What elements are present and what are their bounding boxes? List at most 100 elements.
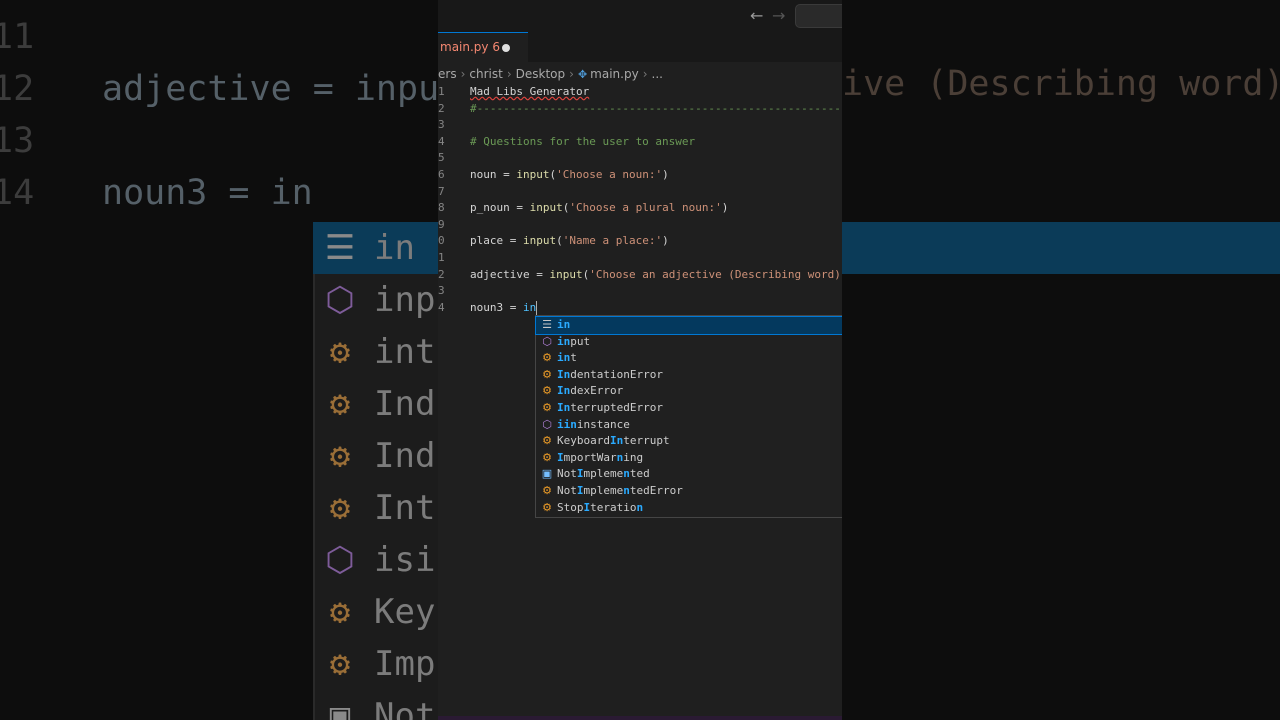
label-match: I (576, 484, 584, 497)
function-icon: ⬡ (542, 334, 552, 348)
label-tail: tedError (629, 484, 683, 497)
function-icon: ⬡ (325, 540, 355, 580)
background-suggest-item: ▣ Not (318, 690, 436, 720)
label-rest: dentationError (570, 367, 663, 381)
code-text: #---------------------------------------… (470, 101, 842, 115)
label-match: i (557, 417, 564, 431)
code-line[interactable]: 2 adjective = input('Choose an adjective … (438, 266, 842, 283)
suggestion-item[interactable]: ⬡ input (536, 334, 842, 351)
function-name: input (516, 168, 550, 181)
code-line[interactable]: 8 p_noun = input('Choose a plural noun:') (438, 199, 842, 216)
label-match: In (557, 384, 571, 398)
code-line[interactable]: 0 place = input('Name a place:') (438, 232, 842, 249)
suggestion-item[interactable]: ⚙ StopIteration (536, 500, 842, 517)
suggestion-label: int (557, 350, 577, 367)
line-number: 2 (438, 267, 445, 281)
line-number: 2 (438, 101, 445, 115)
code-line[interactable]: 1 (438, 249, 842, 266)
code-line[interactable]: 7 (438, 183, 842, 200)
suggestion-label: IndentationError (557, 367, 663, 384)
breadcrumb-item-christ[interactable]: christ (469, 63, 502, 85)
suggestion-item[interactable]: ▣ NotImplemented (536, 466, 842, 483)
label-tail: ing (623, 450, 644, 464)
code-line[interactable]: 1 Mad Libs Generator (438, 83, 842, 100)
tab-bar: main.py 6 (438, 32, 842, 63)
label-match: I (557, 450, 564, 464)
suggestion-item[interactable]: ⚙ InterruptedError (536, 400, 842, 417)
class-icon: ⚙ (542, 384, 552, 398)
background-line-number: 12 (0, 69, 35, 109)
label-rest: dexError (570, 384, 624, 398)
tab-main-py[interactable]: main.py 6 (438, 32, 528, 63)
background-suggest-label: Imp (374, 644, 436, 684)
assign-operator: = (503, 234, 523, 248)
code-line[interactable]: 9 (438, 216, 842, 233)
suggestion-item[interactable]: ⚙ ImportWarning (536, 450, 842, 467)
background-line-number: 13 (0, 121, 35, 161)
class-icon: ⚙ (329, 488, 351, 528)
label-rest: teratio (590, 500, 637, 514)
line-content: Mad Libs Generator (470, 83, 589, 100)
code-line[interactable]: 5 (438, 149, 842, 166)
line-number: 3 (438, 118, 445, 132)
string-literal: 'Choose a noun:' (556, 168, 663, 181)
label-match: n (623, 484, 630, 497)
label-match: in (557, 334, 571, 348)
label-match: I (576, 467, 584, 481)
label-rest: mportWar (563, 450, 617, 464)
label-prefix: Not (557, 467, 577, 481)
line-number: 1 (438, 85, 445, 98)
code-line[interactable]: 4 noun3 = in (438, 299, 842, 316)
background-suggest-label: Int (374, 488, 436, 528)
background-suggest-label: inp (374, 280, 436, 320)
label-match: n (636, 500, 644, 514)
suggestion-label: in (557, 317, 570, 334)
suggestion-label: IndexError (557, 383, 623, 400)
line-number: 8 (438, 201, 445, 215)
label-tail: ted (629, 467, 650, 481)
forward-arrow-icon[interactable]: → (772, 6, 785, 25)
typed-text: in (523, 300, 537, 314)
label-rest: instance (576, 417, 630, 431)
background-suggest-label: Ind (374, 436, 436, 476)
label-match: In (609, 434, 624, 448)
breadcrumb-item-more[interactable]: ... (652, 63, 663, 85)
suggestion-label: KeyboardInterrupt (557, 433, 670, 450)
background-suggest-item: ⚙ Ind (318, 378, 436, 430)
label-prefix: Not (557, 484, 577, 497)
variable-name: adjective (470, 267, 530, 281)
suggestion-item[interactable]: ⚙ int (536, 350, 842, 367)
code-line[interactable]: 3 (438, 116, 842, 133)
code-line[interactable]: 4 # Questions for the user to answer (438, 133, 842, 150)
background-suggest-label: Key (374, 592, 436, 632)
label-rest: terruptedError (570, 401, 663, 414)
unsaved-dot-icon[interactable] (502, 44, 510, 52)
paren-close: ) (662, 168, 669, 181)
code-line[interactable]: 3 (438, 282, 842, 299)
line-content: #---------------------------------------… (470, 100, 842, 117)
background-suggest-label: in (374, 228, 415, 268)
suggestion-item[interactable]: ⚙ NotImplementedError (536, 483, 842, 500)
line-number: 6 (438, 168, 445, 181)
code-line[interactable]: 2 #--------------------------------------… (438, 100, 842, 117)
back-arrow-icon[interactable]: ← (750, 6, 763, 25)
background-right-text: ive (Describing word) (842, 64, 1280, 104)
background-line-text: noun3 = in (102, 173, 313, 213)
suggestion-item[interactable]: ⬡ iininstance (536, 417, 842, 434)
breadcrumb-item-file[interactable]: main.py (590, 63, 639, 85)
line-number: 4 (438, 300, 445, 314)
line-content: # Questions for the user to answer (470, 133, 695, 150)
suggestion-label: NotImplemented (557, 466, 650, 483)
constant-icon: ▣ (541, 467, 553, 481)
command-center-search[interactable] (795, 4, 842, 28)
suggestion-item[interactable]: ⚙ KeyboardInterrupt (536, 433, 842, 450)
suggestion-item[interactable]: ⚙ IndentationError (536, 367, 842, 384)
suggestion-item[interactable]: ⚙ IndexError (536, 383, 842, 400)
suggestion-label: NotImplementedError (557, 483, 683, 500)
code-line[interactable]: 6 noun = input('Choose a noun:') (438, 166, 842, 183)
suggestion-item[interactable]: ☰ in (535, 316, 842, 335)
breadcrumb-item-desktop[interactable]: Desktop (516, 63, 566, 85)
line-content: adjective = input('Choose an adjective (… (470, 266, 841, 283)
label-match: in (557, 318, 571, 331)
breadcrumb-item-users[interactable]: ers (438, 63, 457, 85)
